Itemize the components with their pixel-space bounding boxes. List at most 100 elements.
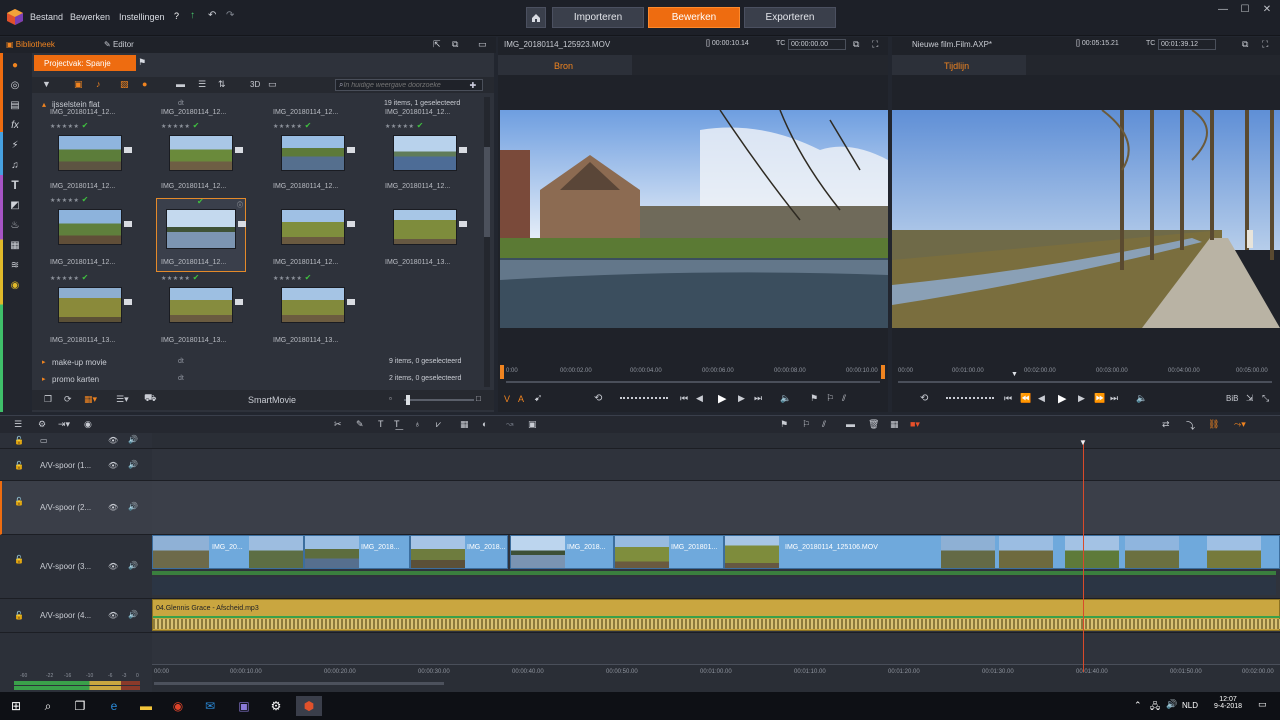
- clip-thumbnail[interactable]: [166, 209, 236, 249]
- help-icon[interactable]: ?: [174, 11, 179, 21]
- playhead-marker-icon[interactable]: ▼: [1011, 371, 1018, 378]
- record-marker-icon[interactable]: ■▾: [910, 419, 920, 430]
- play-icon[interactable]: ▶: [718, 392, 726, 405]
- delete-icon[interactable]: 🗑: [868, 419, 879, 430]
- preview-icon[interactable]: ▭: [268, 79, 277, 90]
- loop-icon[interactable]: ⟲: [594, 393, 602, 404]
- detach-icon[interactable]: ⧉: [1242, 39, 1248, 50]
- montage-icon[interactable]: ◩: [8, 198, 22, 212]
- speaker-icon[interactable]: 🔊: [128, 460, 138, 469]
- tab-bibliotheek[interactable]: ▣ Bibliotheek: [6, 40, 55, 49]
- track-master[interactable]: [152, 433, 1280, 449]
- home-button[interactable]: [526, 7, 546, 28]
- update-icon[interactable]: ↑: [190, 10, 195, 21]
- clip-thumbnail[interactable]: [58, 287, 122, 323]
- copy-icon[interactable]: ❐: [44, 394, 52, 405]
- eye-icon[interactable]: 👁: [108, 611, 118, 620]
- tray-chevron-icon[interactable]: ⌃: [1134, 700, 1142, 711]
- playhead-line[interactable]: [1083, 440, 1084, 672]
- marker-icon[interactable]: ⚑: [780, 419, 788, 430]
- pin-icon[interactable]: ⇱: [433, 39, 441, 50]
- volume-tray-icon[interactable]: 🔊: [1166, 699, 1177, 710]
- export-frame-icon[interactable]: ⇲: [1246, 393, 1254, 404]
- minimize-icon[interactable]: —: [1212, 2, 1234, 16]
- text-edit-icon[interactable]: T͟: [394, 419, 400, 429]
- lock-icon[interactable]: 🔓: [14, 555, 24, 564]
- track-1[interactable]: [152, 449, 1280, 481]
- step-forward-icon[interactable]: ▶︎: [1078, 393, 1085, 404]
- library-scrollbar[interactable]: [484, 97, 490, 387]
- split-icon[interactable]: ⫽: [842, 393, 846, 404]
- empty-track-area[interactable]: [152, 633, 1280, 664]
- track-name[interactable]: A/V-spoor (3...: [40, 562, 91, 571]
- project-bin-tab[interactable]: Projectvak: Spanje: [34, 55, 136, 71]
- maximize-icon[interactable]: ☐: [1234, 2, 1256, 16]
- bib-toggle[interactable]: BiB: [1226, 394, 1238, 403]
- timeline-ruler[interactable]: 00:00 00:00:10.00 00:00:20.00 00:00:30.0…: [152, 664, 1280, 692]
- mark-in-icon[interactable]: ⚑: [810, 393, 818, 404]
- edit-mode-icon[interactable]: ⇥▾: [58, 419, 70, 430]
- razor-icon[interactable]: ✂: [334, 419, 342, 430]
- eye-icon[interactable]: 👁: [108, 503, 118, 512]
- ripple-icon[interactable]: ⤵: [1186, 419, 1195, 432]
- source-preview[interactable]: [500, 110, 888, 328]
- effects-icon[interactable]: fx: [8, 118, 22, 132]
- video-filter-icon[interactable]: ▣: [74, 79, 83, 90]
- audio-mark[interactable]: A: [518, 394, 524, 404]
- info-icon[interactable]: ⓘ: [237, 200, 243, 209]
- edge-icon[interactable]: e: [104, 696, 124, 716]
- search-icon[interactable]: ⌕: [38, 696, 58, 716]
- sync-icon[interactable]: ⟳: [64, 394, 72, 405]
- group-make-up[interactable]: ▸ make-up movie dt 9 items, 0 geselectee…: [42, 358, 482, 368]
- disc-icon[interactable]: ◉: [8, 278, 22, 292]
- lock-icon[interactable]: 🔓: [14, 611, 24, 620]
- mail-icon[interactable]: ✉: [200, 696, 220, 716]
- marker-add-icon[interactable]: ⚐: [802, 419, 810, 430]
- project-filter-icon[interactable]: ●: [142, 79, 147, 89]
- motion-icon[interactable]: ↝: [506, 419, 514, 430]
- source-timecode[interactable]: 00:00:00.00: [788, 39, 846, 50]
- speaker-icon[interactable]: 🔊: [128, 435, 138, 444]
- go-end-icon[interactable]: ⏭: [754, 393, 762, 404]
- eye-icon[interactable]: 👁: [108, 562, 118, 571]
- audio-clip[interactable]: 04.Glennis Grace - Afscheid.mp3: [152, 599, 1280, 631]
- transitions-icon[interactable]: ⚡: [8, 138, 22, 152]
- language-indicator[interactable]: NLD: [1182, 701, 1198, 710]
- eye-icon[interactable]: 👁: [108, 436, 118, 445]
- slider-handle[interactable]: [406, 395, 410, 405]
- speaker-icon[interactable]: 🔊: [128, 561, 138, 570]
- clip-thumbnail[interactable]: [393, 209, 457, 245]
- wrench-icon[interactable]: ⚙: [38, 419, 46, 430]
- resize-icon[interactable]: ⤡: [1262, 393, 1269, 404]
- timeline-scrollbar[interactable]: [154, 682, 444, 685]
- tab-bron[interactable]: Bron: [498, 55, 632, 75]
- shuttle-control[interactable]: [946, 397, 994, 400]
- clip-thumbnail[interactable]: [169, 287, 233, 323]
- track-3[interactable]: IMG_20... IMG_2018... IMG_2018... IMG_20…: [152, 535, 1280, 599]
- sort-icon[interactable]: ⇅: [218, 79, 226, 90]
- collections-icon[interactable]: ◎: [8, 78, 22, 92]
- large-thumb-icon[interactable]: □: [476, 394, 481, 403]
- smart-icon[interactable]: ⤳▾: [1234, 419, 1246, 430]
- media-icon[interactable]: ▤: [8, 98, 22, 112]
- timeline-clip[interactable]: IMG_2018...: [304, 535, 410, 569]
- magnet-icon[interactable]: ◉: [84, 419, 92, 430]
- fullscreen-icon[interactable]: ⛶: [872, 39, 878, 50]
- timeline-clip[interactable]: IMG_2018...: [410, 535, 508, 569]
- menu-bewerken[interactable]: Bewerken: [70, 12, 110, 22]
- audio-wave-icon[interactable]: ≋: [8, 258, 22, 272]
- trim-icon[interactable]: ▬: [846, 419, 855, 429]
- timeline-viewer-ruler[interactable]: 00:00 00:01:00.00 00:02:00.00 00:03:00.0…: [896, 365, 1276, 385]
- clip-thumbnail[interactable]: [169, 135, 233, 171]
- bookmark-icon[interactable]: ⚑: [138, 57, 146, 68]
- track-2[interactable]: [152, 481, 1280, 535]
- mode-exporteren[interactable]: Exporteren: [744, 7, 836, 28]
- audio-filter-icon[interactable]: ♪: [96, 79, 101, 89]
- pointer-icon[interactable]: ➹: [534, 393, 542, 404]
- speaker-icon[interactable]: 🔊: [128, 610, 138, 619]
- track-name[interactable]: A/V-spoor (2...: [40, 503, 91, 512]
- pen-icon[interactable]: ✎: [356, 419, 364, 430]
- start-icon[interactable]: ⊞: [6, 696, 26, 716]
- detach-icon[interactable]: ⧉: [853, 39, 859, 50]
- waveform-icon[interactable]: ⩗: [436, 419, 441, 430]
